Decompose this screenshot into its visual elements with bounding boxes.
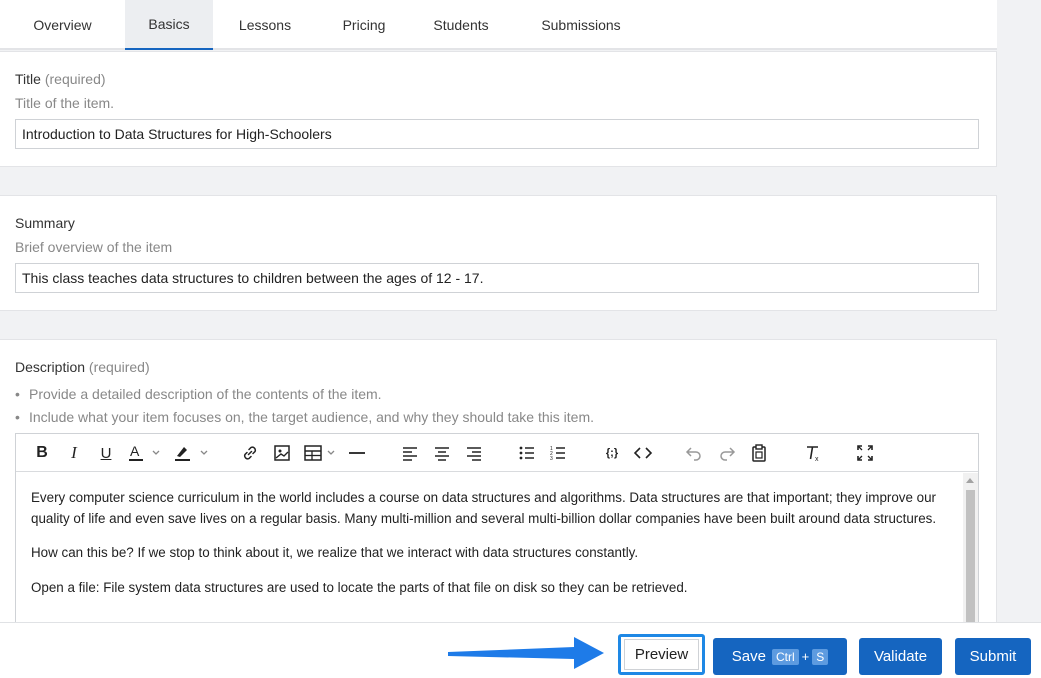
title-input[interactable]: Introduction to Data Structures for High… — [15, 119, 979, 149]
editor-toolbar: B I U A 1 2 3 {;} x — [16, 434, 978, 472]
summary-label: Summary — [15, 215, 75, 231]
title-required-tag: (required) — [44, 71, 106, 87]
description-card: Description (required) Provide a detaile… — [0, 339, 997, 639]
preview-button-label: Preview — [624, 639, 699, 670]
svg-text:A: A — [130, 443, 140, 459]
table-icon[interactable] — [303, 443, 339, 463]
scroll-up-arrow-icon[interactable] — [966, 478, 974, 483]
tab-basics[interactable]: Basics — [125, 0, 213, 50]
tab-overview[interactable]: Overview — [0, 0, 125, 50]
title-card: Title (required) Title of the item. Intr… — [0, 51, 997, 167]
preview-button[interactable]: Preview — [618, 634, 705, 675]
description-help-item: Include what your item focuses on, the t… — [15, 406, 594, 429]
submit-button[interactable]: Submit — [955, 638, 1031, 675]
link-icon[interactable] — [241, 443, 259, 463]
summary-input[interactable]: This class teaches data structures to ch… — [15, 263, 979, 293]
description-required-tag: (required) — [88, 359, 150, 375]
align-left-icon[interactable] — [401, 443, 419, 463]
description-help-list: Provide a detailed description of the co… — [15, 383, 594, 429]
s-key: S — [812, 648, 829, 665]
pointer-arrow-icon — [448, 637, 604, 669]
tab-pricing[interactable]: Pricing — [317, 0, 411, 50]
code-icon[interactable] — [633, 443, 653, 463]
tab-lessons[interactable]: Lessons — [213, 0, 317, 50]
editor-paragraph: Open a file: File system data structures… — [31, 579, 688, 595]
description-help-item: Provide a detailed description of the co… — [15, 383, 594, 406]
ctrl-key: Ctrl — [771, 648, 799, 665]
editor-content[interactable]: Every computer science curriculum in the… — [16, 473, 963, 632]
description-label: Description (required) — [15, 359, 150, 375]
clear-format-icon[interactable]: x — [804, 443, 822, 463]
code-block-icon[interactable]: {;} — [602, 443, 622, 463]
summary-help: Brief overview of the item — [15, 239, 173, 255]
highlight-icon[interactable] — [173, 443, 211, 463]
description-label-text: Description — [15, 359, 86, 375]
title-help: Title of the item. — [15, 95, 115, 111]
align-center-icon[interactable] — [433, 443, 451, 463]
summary-card: Summary Brief overview of the item This … — [0, 195, 997, 311]
save-button[interactable]: Save Ctrl + S — [713, 638, 847, 675]
bold-icon[interactable]: B — [34, 443, 50, 463]
editor-paragraph: How can this be? If we stop to think abo… — [31, 545, 639, 560]
title-label: Title (required) — [15, 71, 106, 87]
editor-paragraph: Every computer science curriculum in the… — [31, 490, 937, 526]
description-editor: B I U A 1 2 3 {;} x Every computer scien… — [15, 433, 979, 633]
title-label-text: Title — [15, 71, 41, 87]
numbered-list-icon[interactable]: 123 — [549, 443, 567, 463]
align-right-icon[interactable] — [465, 443, 483, 463]
bullet-list-icon[interactable] — [518, 443, 536, 463]
validate-button[interactable]: Validate — [859, 638, 942, 675]
svg-text:x: x — [815, 456, 819, 462]
underline-icon[interactable]: U — [98, 443, 114, 463]
fullscreen-icon[interactable] — [856, 443, 874, 463]
image-icon[interactable] — [273, 443, 291, 463]
paste-icon[interactable] — [750, 443, 768, 463]
plus-sign: + — [801, 649, 810, 664]
shortcut-hint: Ctrl + S — [771, 648, 829, 665]
tab-bar: Overview Basics Lessons Pricing Students… — [0, 0, 997, 50]
scroll-thumb[interactable] — [966, 490, 975, 632]
text-color-icon[interactable]: A — [127, 443, 163, 463]
editor-scrollbar[interactable] — [963, 473, 978, 632]
horizontal-rule-icon[interactable] — [348, 443, 366, 463]
italic-icon[interactable]: I — [67, 443, 81, 463]
tab-submissions[interactable]: Submissions — [511, 0, 651, 50]
svg-text:3: 3 — [550, 456, 553, 462]
undo-icon[interactable] — [685, 443, 703, 463]
redo-icon[interactable] — [718, 443, 736, 463]
tab-students[interactable]: Students — [411, 0, 511, 50]
save-button-label: Save — [731, 648, 766, 665]
